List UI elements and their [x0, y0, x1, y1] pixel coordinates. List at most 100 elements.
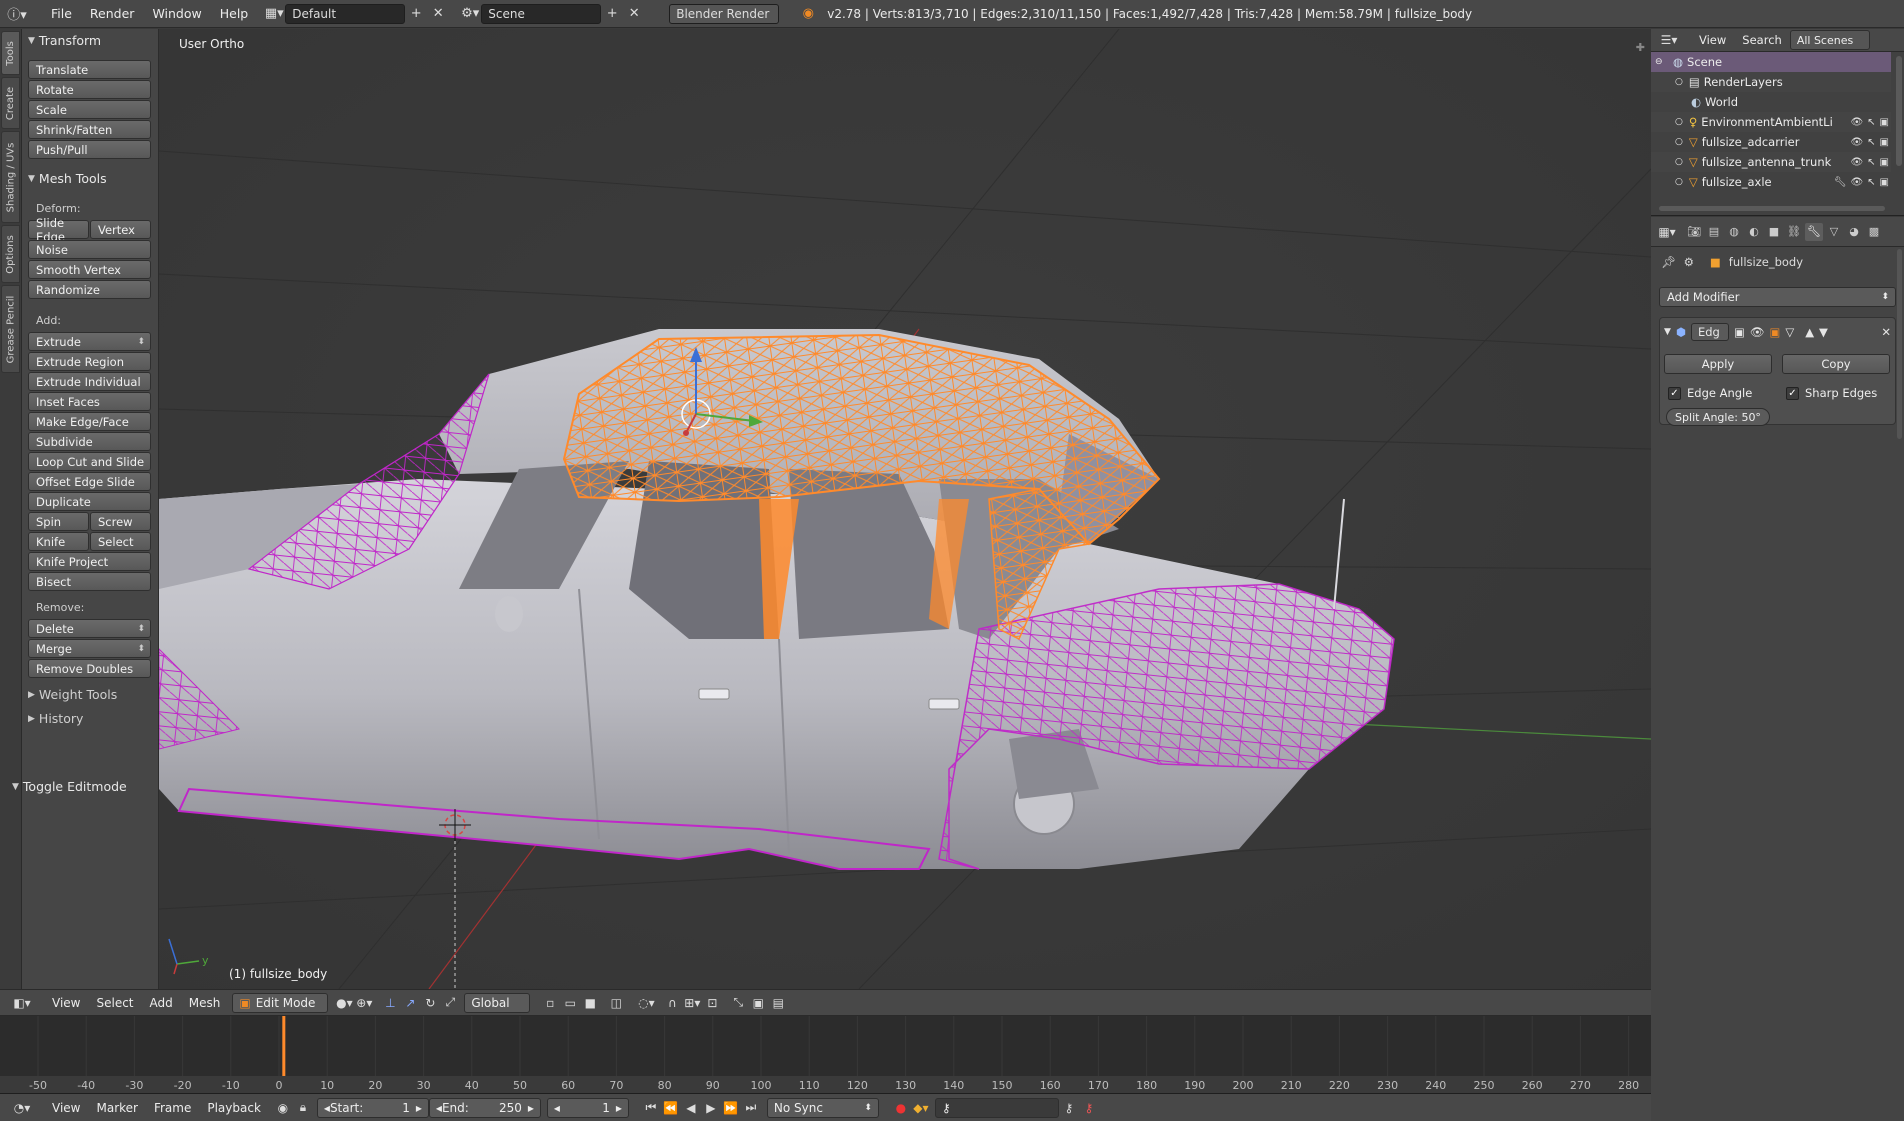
pin-icon[interactable]: 📌︎ [1661, 255, 1676, 269]
scale-button[interactable]: Scale [28, 100, 151, 119]
eye-icon[interactable]: 👁︎ [1850, 177, 1863, 188]
proportional-edit-icon[interactable]: ◌▾ [636, 993, 656, 1013]
camera-icon[interactable]: ▣ [1880, 177, 1889, 188]
visibility-toggles[interactable]: 🔧︎ 👁︎ ↖ ▣ [1834, 177, 1889, 188]
keying-set-icon[interactable]: ◆▾ [911, 1098, 931, 1118]
occlude-geometry-icon[interactable]: ◫ [606, 993, 626, 1013]
menu-frame[interactable]: Frame [146, 1101, 199, 1115]
slide-edge-button[interactable]: Slide Edge [28, 216, 89, 244]
play-icon[interactable]: ▶ [701, 1098, 721, 1118]
menu-select[interactable]: Select [88, 996, 141, 1010]
scene-tab-icon[interactable]: ◍ [1725, 223, 1743, 241]
move-up-icon[interactable]: ▲ [1805, 325, 1814, 339]
3d-viewport[interactable]: y User Ortho (1) fullsize_body ✚ [159, 29, 1651, 989]
modifiers-tab-icon[interactable]: 🔧︎ [1805, 222, 1823, 241]
opengl-render-icon[interactable]: ⤡ [728, 993, 748, 1013]
disclosure-icon[interactable]: ⊖ [1655, 57, 1667, 67]
panel-mesh-tools-header[interactable]: ▼ Mesh Tools [28, 171, 107, 186]
visibility-toggles[interactable]: 👁︎ ↖ ▣ [1850, 117, 1889, 128]
delete-dropdown[interactable]: Delete [28, 619, 151, 638]
menu-window[interactable]: Window [143, 6, 210, 21]
active-keying-set-field[interactable]: ⚷ [934, 1097, 1059, 1118]
knife-select-button[interactable]: Select [90, 532, 151, 551]
jump-keyframe-back-icon[interactable]: ⏪ [661, 1098, 681, 1118]
viewport-corner-widget[interactable]: ✚ [1636, 41, 1645, 54]
menu-file[interactable]: File [42, 6, 81, 21]
manipulator-toggle-icon[interactable]: ⊥ [380, 993, 400, 1013]
end-frame-field[interactable]: ◂ End: 250 ▸ [428, 1097, 541, 1118]
menu-playback[interactable]: Playback [199, 1101, 269, 1115]
tab-create[interactable]: Create [1, 77, 20, 129]
jump-start-icon[interactable]: ⏮ [641, 1098, 661, 1118]
translate-manipulator-icon[interactable]: ↗ [400, 993, 420, 1013]
knife-project-button[interactable]: Knife Project [28, 552, 151, 571]
noise-button[interactable]: Noise [28, 240, 151, 259]
face-select-icon[interactable]: ■ [580, 993, 600, 1013]
scene-field[interactable]: Scene [481, 3, 602, 24]
cage-toggle-icon[interactable]: ▽ [1785, 325, 1794, 339]
extrude-region-button[interactable]: Extrude Region [28, 352, 151, 371]
properties-editor-type-icon[interactable]: ▦▾ [1657, 222, 1677, 242]
texture-tab-icon[interactable]: ▩ [1865, 223, 1883, 241]
shrink-fatten-button[interactable]: Shrink/Fatten [28, 120, 151, 139]
render-toggle-icon[interactable]: ▣ [1734, 325, 1745, 339]
outliner-row-antenna[interactable]: ○ ▽ fullsize_antenna_trunk 👁︎ ↖ ▣ [1651, 152, 1891, 172]
viewport-toggle-icon[interactable]: 👁︎ [1750, 325, 1765, 339]
disclosure-icon[interactable]: ○ [1675, 117, 1683, 127]
randomize-button[interactable]: Randomize [28, 280, 151, 299]
render-animation-icon[interactable]: ▤ [768, 993, 788, 1013]
pivot-point-icon[interactable]: ⊕▾ [354, 993, 374, 1013]
eye-icon[interactable]: 👁︎ [1850, 117, 1863, 128]
collapse-triangle-icon[interactable]: ▼ [1664, 327, 1671, 337]
vertex-slide-button[interactable]: Vertex [90, 220, 151, 239]
menu-timeline-view[interactable]: View [44, 1101, 88, 1115]
material-tab-icon[interactable]: ◕ [1845, 223, 1863, 241]
visibility-toggles[interactable]: 👁︎ ↖ ▣ [1850, 137, 1889, 148]
apply-button[interactable]: Apply [1664, 354, 1772, 374]
menu-render[interactable]: Render [81, 6, 144, 21]
tab-options[interactable]: Options [1, 225, 20, 283]
timeline-editor[interactable]: -50 -40 -30 -20 -10 0 10 20 30 40 50 60 70 80 90 100 110… [0, 1016, 1651, 1094]
transform-orientation-select[interactable]: Global [464, 992, 531, 1013]
eye-icon[interactable]: 👁︎ [1850, 137, 1863, 148]
rotate-manipulator-icon[interactable]: ↻ [420, 993, 440, 1013]
snap-element-icon[interactable]: ⊞▾ [682, 993, 702, 1013]
move-down-icon[interactable]: ▼ [1819, 325, 1828, 339]
menu-view[interactable]: View [44, 996, 88, 1010]
tab-tools[interactable]: Tools [1, 31, 20, 75]
split-angle-field[interactable]: Split Angle: 50° [1666, 408, 1770, 426]
menu-mesh[interactable]: Mesh [181, 996, 229, 1010]
mode-select[interactable]: ▣ Edit Mode [232, 992, 329, 1013]
timeline-editor-type-icon[interactable]: ◔▾ [12, 1098, 32, 1118]
duplicate-button[interactable]: Duplicate [28, 492, 151, 511]
menu-marker[interactable]: Marker [88, 1101, 145, 1115]
snap-toggle-icon[interactable]: ∩ [662, 993, 682, 1013]
inset-faces-button[interactable]: Inset Faces [28, 392, 151, 411]
camera-icon[interactable]: ▣ [1880, 137, 1889, 148]
data-tab-icon[interactable]: ▽ [1825, 223, 1843, 241]
remove-doubles-button[interactable]: Remove Doubles [28, 659, 151, 678]
add-modifier-dropdown[interactable]: Add Modifier [1659, 287, 1896, 307]
knife-button[interactable]: Knife [28, 532, 89, 551]
disclosure-icon[interactable]: ○ [1675, 177, 1683, 187]
tab-grease-pencil[interactable]: Grease Pencil [1, 285, 20, 373]
disclosure-icon[interactable]: ○ [1675, 157, 1683, 167]
eye-icon[interactable]: 👁︎ [1850, 157, 1863, 168]
camera-icon[interactable]: ▣ [1880, 157, 1889, 168]
render-tab-icon[interactable]: 📷︎ [1685, 223, 1703, 241]
cursor-icon[interactable]: ↖ [1867, 137, 1875, 148]
editor-type-icon[interactable]: ◧▾ [12, 993, 32, 1013]
preview-range-icon[interactable]: ◉ [273, 1098, 293, 1118]
visibility-toggles[interactable]: 👁︎ ↖ ▣ [1850, 157, 1889, 168]
edge-select-icon[interactable]: ▭ [560, 993, 580, 1013]
outliner-row-environment[interactable]: ○ ♀ EnvironmentAmbientLi 👁︎ ↖ ▣ [1651, 112, 1891, 132]
render-image-icon[interactable]: ▣ [748, 993, 768, 1013]
disclosure-icon[interactable]: ○ [1675, 137, 1683, 147]
rotate-button[interactable]: Rotate [28, 80, 151, 99]
menu-add[interactable]: Add [142, 996, 181, 1010]
outliner-display-mode-select[interactable]: All Scenes [1789, 30, 1870, 50]
info-editor-type-icon[interactable]: ⓘ▾ [6, 4, 28, 24]
snap-target-icon[interactable]: ⊡ [702, 993, 722, 1013]
insert-keyframe-icon[interactable]: ⚷ [1059, 1098, 1079, 1118]
outliner-scrollbar[interactable] [1896, 56, 1902, 166]
